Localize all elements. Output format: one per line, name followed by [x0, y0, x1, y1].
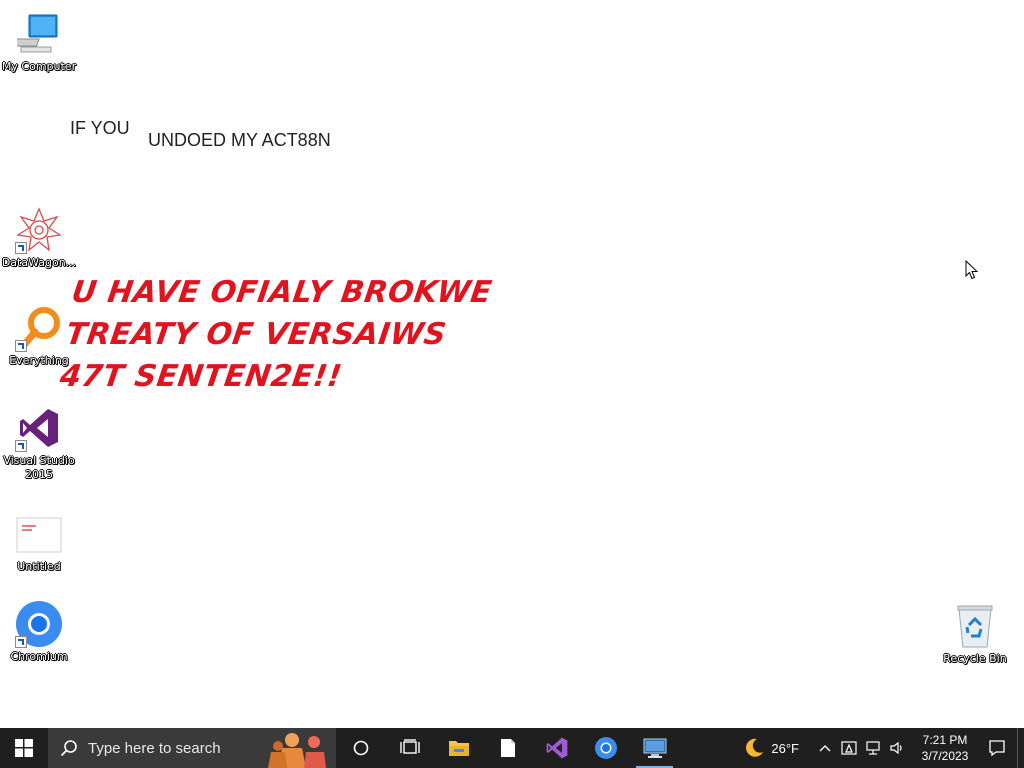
chevron-up-icon: [819, 745, 831, 752]
desktop: My Computer DataWagon... Everything Visu…: [0, 0, 1024, 728]
computer-icon: [15, 10, 63, 58]
tray-volume-button[interactable]: [885, 728, 909, 768]
taskbar-notepad[interactable]: [483, 728, 532, 768]
show-hidden-icons-button[interactable]: [813, 728, 837, 768]
folder-icon: [448, 741, 469, 756]
visual-studio-icon: [546, 737, 567, 759]
clock[interactable]: 7:21 PM 3/7/2023: [913, 732, 977, 764]
action-center-button[interactable]: [977, 728, 1017, 768]
desktop-icon-label: Recycle Bin: [943, 652, 1007, 665]
clock-date: 3/7/2023: [921, 749, 969, 763]
desktop-icon-recycle-bin[interactable]: Recycle Bin: [936, 602, 1014, 666]
desktop-icon-label: My Computer: [1, 60, 77, 73]
desktop-icon-my-computer[interactable]: My Computer: [0, 10, 78, 74]
desktop-icon-chromium[interactable]: Chromium: [0, 600, 78, 664]
start-button[interactable]: [0, 728, 48, 768]
cortana-button[interactable]: [336, 728, 385, 768]
file-icon: [500, 739, 515, 757]
network-warning-icon: [841, 741, 857, 755]
shortcut-arrow-icon: [15, 242, 27, 254]
red-message-line: TREATY OF VERSAIWS: [63, 317, 449, 352]
desktop-icon-label: Chromium: [10, 650, 68, 663]
chromium-icon: [594, 737, 617, 759]
notification-icon: [989, 740, 1005, 757]
search-icon: [60, 740, 77, 757]
mouse-pointer-icon: [965, 259, 979, 285]
desktop-icon-visual-studio[interactable]: Visual Studio 2015: [0, 404, 78, 482]
desktop-icon-datawagon[interactable]: DataWagon...: [0, 206, 78, 270]
system-tray: 26°F 7:21 PM 3/7/2023: [743, 728, 1024, 768]
windows-logo-icon: [15, 739, 33, 757]
red-message-line: U HAVE OFIALY BROKWE: [69, 275, 495, 310]
task-view-button[interactable]: [385, 728, 434, 768]
datawagon-icon: [15, 206, 63, 254]
document-icon: [15, 510, 63, 558]
shortcut-arrow-icon: [15, 340, 27, 352]
desktop-icon-label: Untitled: [17, 560, 61, 573]
desktop-text-undoed: UNDOED MY ACT88N: [148, 130, 331, 150]
show-desktop-button[interactable]: [1017, 728, 1024, 768]
recycle-bin-icon: [951, 602, 999, 650]
speaker-icon: [890, 741, 902, 755]
taskbar-remote-desktop[interactable]: [630, 728, 679, 768]
visual-studio-icon: [15, 404, 63, 452]
search-highlight-illustration-icon: [268, 733, 326, 768]
search-placeholder: Type here to search: [88, 739, 221, 757]
taskbar-file-explorer[interactable]: [434, 728, 483, 768]
weather-temp: 26°F: [771, 740, 799, 756]
taskbar: Type here to search 26°F 7:21 PM 3/7/202…: [0, 728, 1024, 768]
taskbar-visual-studio[interactable]: [532, 728, 581, 768]
desktop-icon-label: DataWagon...: [1, 256, 77, 269]
everything-search-icon: [15, 304, 63, 352]
shortcut-arrow-icon: [15, 440, 27, 452]
desktop-icon-label: Visual Studio 2015: [3, 454, 75, 481]
shortcut-arrow-icon: [15, 636, 27, 648]
chromium-icon: [15, 600, 63, 648]
red-message-line: 47T SENTEN2E!!: [57, 359, 345, 394]
search-input[interactable]: Type here to search: [48, 728, 336, 768]
desktop-icon-label: Everything: [9, 354, 69, 367]
moon-icon: [746, 738, 764, 757]
clock-time: 7:21 PM: [922, 733, 968, 747]
network-icon: [866, 741, 880, 755]
tray-security-button[interactable]: [837, 728, 861, 768]
weather-widget[interactable]: 26°F: [743, 737, 799, 759]
desktop-icon-untitled[interactable]: Untitled: [0, 510, 78, 574]
cortana-circle-icon: [353, 740, 368, 756]
desktop-text-if-you: IF YOU: [70, 118, 130, 138]
tray-network-button[interactable]: [861, 728, 885, 768]
task-view-icon: [399, 739, 420, 754]
taskbar-chromium[interactable]: [581, 728, 630, 768]
red-message: U HAVE OFIALY BROKWE TREATY OF VERSAIWS …: [57, 272, 494, 398]
remote-desktop-icon: [643, 738, 666, 758]
